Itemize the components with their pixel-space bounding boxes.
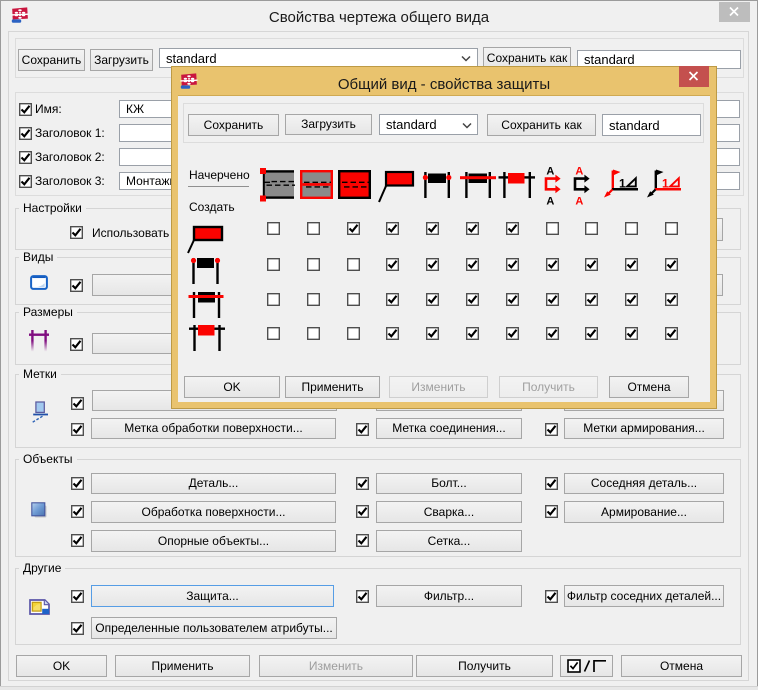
svg-text:A: A (575, 195, 583, 206)
svg-text:A: A (546, 195, 554, 206)
svg-text:1: 1 (619, 176, 626, 190)
svg-text:1: 1 (662, 176, 669, 190)
svg-text:A: A (546, 166, 554, 178)
svg-text:A: A (575, 166, 583, 178)
